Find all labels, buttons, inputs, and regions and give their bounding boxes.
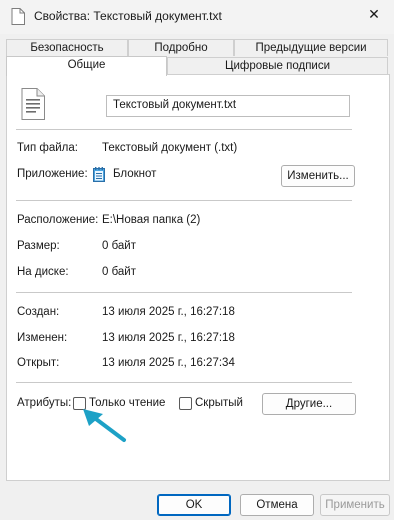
modified-label: Изменен: [17, 332, 68, 344]
tab-security[interactable]: Безопасность [6, 39, 128, 56]
apply-button[interactable]: Применить [320, 494, 390, 516]
separator [16, 292, 352, 293]
size-value: 0 байт [102, 240, 137, 252]
app-value: Блокнот [113, 168, 157, 180]
hidden-checkbox[interactable] [179, 397, 192, 410]
created-label: Создан: [17, 306, 60, 318]
ok-button[interactable]: OK [157, 494, 231, 516]
opened-label: Открыт: [17, 357, 60, 369]
advanced-attributes-button[interactable]: Другие... [262, 393, 356, 415]
file-type-value: Текстовый документ (.txt) [102, 142, 238, 154]
tab-previous-versions[interactable]: Предыдущие версии [234, 39, 388, 56]
document-icon [11, 8, 25, 25]
separator [16, 129, 352, 130]
file-name-value: Текстовый документ.txt [113, 99, 237, 111]
separator [16, 200, 352, 201]
tab-general[interactable]: Общие [6, 56, 167, 76]
close-icon: ✕ [368, 7, 380, 23]
cancel-button[interactable]: Отмена [240, 494, 314, 516]
tab-details[interactable]: Подробно [128, 39, 234, 56]
window-title: Свойства: Текстовый документ.txt [34, 9, 222, 23]
text-document-icon [21, 88, 45, 120]
disk-size-label: На диске: [17, 266, 69, 278]
location-value: E:\Новая папка (2) [102, 214, 201, 226]
file-name-input[interactable]: Текстовый документ.txt [106, 95, 350, 117]
change-app-button[interactable]: Изменить... [281, 165, 355, 187]
separator [16, 382, 352, 383]
hidden-label[interactable]: Скрытый [195, 397, 243, 409]
notepad-icon [93, 167, 105, 182]
tab-digital-signatures[interactable]: Цифровые подписи [167, 57, 388, 74]
size-label: Размер: [17, 240, 60, 252]
title-bar: Свойства: Текстовый документ.txt ✕ [0, 0, 394, 34]
file-type-label: Тип файла: [17, 142, 78, 154]
app-label: Приложение: [17, 168, 88, 180]
pointer-arrow-icon [83, 409, 126, 442]
modified-value: 13 июля 2025 г., 16:27:18 [102, 332, 235, 344]
disk-size-value: 0 байт [102, 266, 137, 278]
attributes-label: Атрибуты: [17, 397, 72, 409]
opened-value: 13 июля 2025 г., 16:27:34 [102, 357, 235, 369]
location-label: Расположение: [17, 214, 99, 226]
created-value: 13 июля 2025 г., 16:27:18 [102, 306, 235, 318]
close-button[interactable]: ✕ [354, 0, 394, 30]
